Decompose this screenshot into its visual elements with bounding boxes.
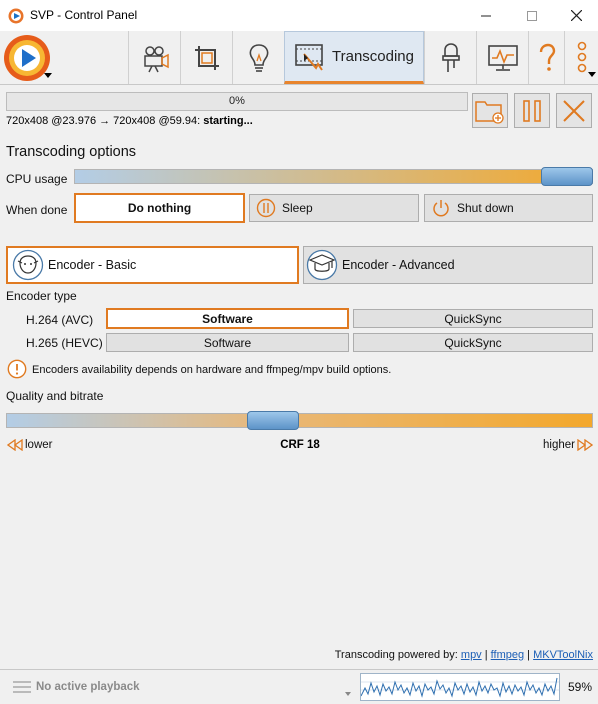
graph-dropdown-caret[interactable]	[345, 692, 351, 696]
ffmpeg-link[interactable]: ffmpeg	[491, 649, 524, 661]
mkvtoolnix-link[interactable]: MKVToolNix	[533, 649, 593, 661]
h264-software-button[interactable]: Software	[106, 308, 349, 329]
status-bar: No active playback 59%	[0, 669, 598, 704]
tab-crop[interactable]	[180, 31, 232, 84]
sleep-icon	[256, 198, 276, 218]
cpu-usage-slider-track[interactable]	[74, 169, 593, 184]
svp-app-icon	[8, 8, 24, 24]
status-source-target: 720x408 @23.976 → 720x408 @59.94:	[6, 115, 201, 127]
section-title-transcoding-options: Transcoding options	[6, 144, 137, 160]
mpv-link[interactable]: mpv	[461, 649, 482, 661]
quality-lower-hint[interactable]: lower	[7, 439, 52, 451]
encoder-basic-button[interactable]: Encoder - Basic	[6, 246, 299, 284]
power-icon	[433, 200, 449, 217]
h264-software-label: Software	[202, 311, 253, 326]
h265-quicksync-button[interactable]: QuickSync	[353, 333, 593, 352]
quality-lower-label: lower	[25, 439, 53, 451]
stop-button[interactable]	[556, 93, 592, 128]
shut-down-label: Shut down	[457, 201, 514, 215]
when-done-label: When done	[6, 203, 68, 217]
encoder-advanced-label: Encoder - Advanced	[342, 258, 455, 272]
monitor-icon	[487, 44, 518, 71]
main-toolbar: Transcoding	[0, 31, 598, 85]
sheep-icon	[12, 249, 44, 281]
separator: |	[527, 649, 531, 661]
playback-status: No active playback	[12, 680, 140, 694]
title-bar: SVP - Control Panel	[0, 0, 598, 31]
h265-quicksync-label: QuickSync	[444, 335, 502, 350]
playlist-lines-icon	[13, 681, 31, 693]
progress-percent-text: 0%	[229, 95, 245, 107]
graduate-icon	[306, 249, 338, 281]
video-camera-icon	[143, 45, 169, 72]
cpu-percent-readout: 59%	[568, 680, 593, 694]
add-files-button[interactable]	[472, 93, 508, 128]
pause-icon	[523, 99, 541, 122]
tab-monitor[interactable]	[476, 31, 528, 84]
close-button[interactable]	[553, 0, 598, 31]
tab-lighting[interactable]	[232, 31, 284, 84]
h265-software-label: Software	[203, 335, 252, 350]
cpu-usage-slider-thumb[interactable]	[541, 167, 593, 186]
lightbulb-icon	[249, 43, 268, 72]
cpu-graph-plot	[360, 677, 559, 698]
quality-slider-thumb[interactable]	[246, 411, 299, 430]
minimize-icon	[481, 15, 491, 16]
folder-add-icon	[475, 100, 504, 124]
quality-bitrate-label: Quality and bitrate	[6, 389, 104, 403]
when-done-sleep-button[interactable]: Sleep	[249, 194, 419, 222]
stop-x-icon	[563, 99, 585, 122]
window-title: SVP - Control Panel	[30, 8, 138, 22]
h264-label: H.264 (AVC)	[26, 313, 94, 327]
no-playback-text: No active playback	[36, 681, 140, 693]
tab-led[interactable]	[424, 31, 476, 84]
tab-transcoding-label: Transcoding	[332, 48, 414, 65]
minimize-button[interactable]	[463, 0, 509, 31]
status-state: starting...	[203, 115, 253, 127]
quality-slider-track[interactable]	[6, 413, 593, 428]
crf-value: CRF 18	[280, 439, 320, 451]
fast-forward-icon	[577, 439, 593, 451]
h264-quicksync-label: QuickSync	[444, 311, 502, 326]
tab-transcoding[interactable]: Transcoding	[284, 31, 424, 84]
do-nothing-label: Do nothing	[127, 201, 192, 215]
transcoding-icon	[295, 43, 323, 71]
logo-dropdown-caret[interactable]	[44, 73, 52, 78]
h265-label: H.265 (HEVC)	[26, 336, 103, 350]
help-icon	[539, 43, 555, 71]
menu-dots-icon	[577, 41, 586, 72]
pause-button[interactable]	[514, 93, 550, 128]
toolbar-dropdown-caret[interactable]	[588, 72, 596, 77]
help-button[interactable]	[528, 31, 564, 84]
crop-icon	[194, 45, 219, 70]
powered-by-line: Transcoding powered by: mpv | ffmpeg | M…	[335, 649, 593, 661]
maximize-button[interactable]	[509, 0, 555, 31]
cpu-usage-graph[interactable]	[360, 673, 560, 701]
quality-higher-hint[interactable]: higher	[543, 439, 593, 451]
close-icon	[570, 10, 582, 21]
encoder-basic-label: Encoder - Basic	[48, 258, 137, 272]
encoder-advanced-button[interactable]: Encoder - Advanced	[303, 246, 593, 284]
h264-quicksync-button[interactable]: QuickSync	[353, 309, 593, 328]
transcoding-status-line: 720x408 @23.976 → 720x408 @59.94: starti…	[6, 115, 253, 127]
encoder-availability-notice: Encoders availability depends on hardwar…	[32, 364, 392, 376]
powered-by-label: Transcoding powered by:	[334, 649, 458, 661]
h265-software-button[interactable]: Software	[106, 333, 349, 352]
warning-icon	[7, 359, 27, 379]
tab-video[interactable]	[128, 31, 180, 84]
sleep-label: Sleep	[282, 201, 313, 215]
encoder-type-label: Encoder type	[6, 289, 77, 303]
separator: |	[484, 649, 488, 661]
when-done-do-nothing-button[interactable]: Do nothing	[74, 193, 245, 223]
quality-higher-label: higher	[543, 439, 575, 451]
transcoding-progress-bar: 0%	[6, 92, 468, 111]
led-icon	[441, 42, 460, 72]
when-done-shutdown-button[interactable]: Shut down	[424, 194, 593, 222]
maximize-icon	[527, 10, 537, 21]
rewind-icon	[7, 439, 23, 451]
cpu-usage-label: CPU usage	[6, 172, 68, 186]
